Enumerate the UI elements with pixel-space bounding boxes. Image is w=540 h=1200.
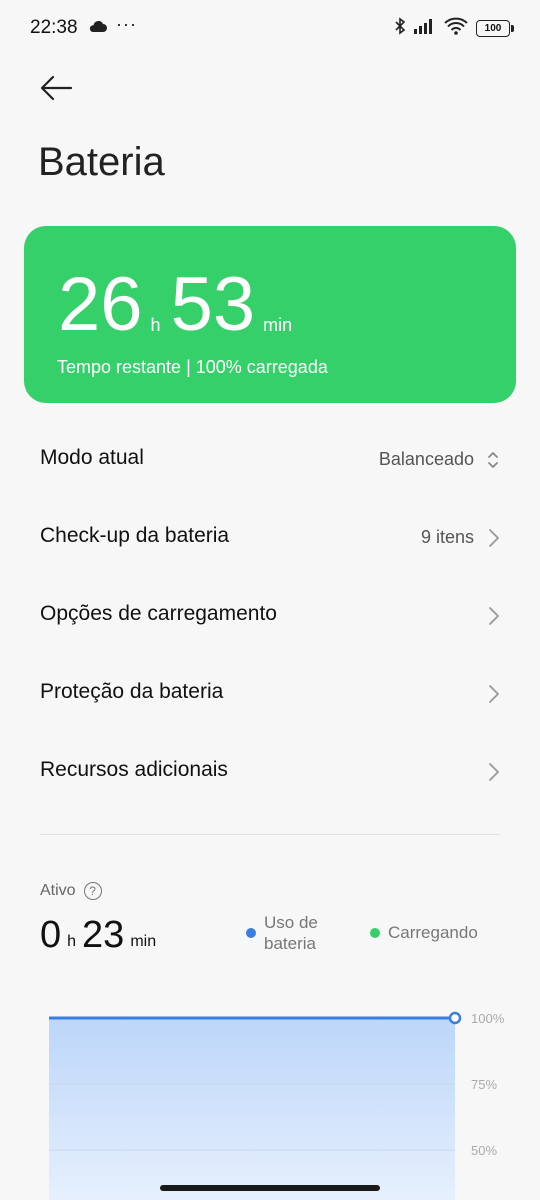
setting-label: Modo atual bbox=[40, 446, 144, 469]
back-arrow-icon[interactable] bbox=[38, 72, 74, 104]
setting-row-recursos-adicionais[interactable]: Recursos adicionais bbox=[0, 744, 540, 804]
active-minutes-unit: min bbox=[130, 933, 157, 950]
home-indicator bbox=[160, 1185, 380, 1191]
legend-dot-blue bbox=[246, 928, 256, 938]
legend-charging: Carregando bbox=[370, 922, 478, 943]
chart-y-tick-label: 75% bbox=[471, 1077, 497, 1092]
battery-icon: 100 bbox=[476, 20, 514, 37]
chevron-right-icon bbox=[486, 683, 500, 710]
chevron-right-icon bbox=[486, 761, 500, 788]
chart-y-tick-label: 100% bbox=[471, 1011, 505, 1026]
legend-label: Carregando bbox=[388, 923, 478, 942]
active-label: Ativo bbox=[40, 882, 76, 899]
wifi-icon bbox=[444, 17, 468, 40]
up-down-chevron-icon bbox=[486, 449, 500, 476]
legend-dot-green bbox=[370, 927, 380, 938]
chart-current-point bbox=[448, 1011, 462, 1025]
status-time: 22:38 bbox=[30, 17, 78, 38]
help-icon[interactable]: ? bbox=[83, 882, 102, 900]
section-divider bbox=[40, 834, 500, 835]
minutes-unit: min bbox=[263, 315, 293, 335]
active-minutes: 23 bbox=[82, 914, 125, 956]
legend-label-line2: bateria bbox=[264, 934, 316, 953]
chart-y-tick-label: 50% bbox=[471, 1143, 497, 1158]
remaining-time: 26 h 53 min bbox=[58, 262, 302, 347]
setting-label: Check-up da bateria bbox=[40, 524, 230, 547]
chevron-right-icon bbox=[486, 527, 500, 554]
hours-unit: h bbox=[150, 315, 161, 335]
setting-label: Proteção da bateria bbox=[40, 680, 224, 703]
signal-icon bbox=[414, 18, 436, 39]
active-hours: 0 bbox=[40, 914, 62, 956]
active-time: 0 h 23 min bbox=[40, 915, 162, 955]
remaining-minutes: 53 bbox=[170, 262, 256, 347]
cloud-icon bbox=[88, 20, 108, 38]
setting-label: Opções de carregamento bbox=[40, 602, 277, 625]
legend-battery-usage: Uso de bateria bbox=[246, 912, 318, 954]
setting-row-check-up[interactable]: Check-up da bateria 9 itens bbox=[0, 510, 540, 570]
remaining-subtitle: Tempo restante | 100% carregada bbox=[57, 357, 328, 377]
bluetooth-icon bbox=[394, 17, 406, 40]
status-bar: 22:38 ··· 100 bbox=[0, 0, 540, 56]
legend-label-line1: Uso de bbox=[264, 913, 318, 932]
setting-value: Balanceado bbox=[378, 449, 474, 469]
active-header: Ativo ? bbox=[40, 882, 102, 900]
setting-row-opcoes-carregamento[interactable]: Opções de carregamento bbox=[0, 588, 540, 648]
active-hours-unit: h bbox=[67, 933, 77, 950]
remaining-hours: 26 bbox=[58, 262, 143, 347]
page-title: Bateria bbox=[38, 140, 165, 184]
setting-value: 9 itens bbox=[420, 527, 474, 547]
chart-area-fill bbox=[49, 1018, 455, 1200]
setting-row-protecao-bateria[interactable]: Proteção da bateria bbox=[0, 666, 540, 726]
more-notifications-icon: ··· bbox=[116, 14, 137, 34]
setting-label: Recursos adicionais bbox=[40, 758, 228, 781]
battery-usage-chart: 100% 75% 50% bbox=[49, 1011, 505, 1200]
chevron-right-icon bbox=[486, 605, 500, 632]
setting-row-modo-atual[interactable]: Modo atual Balanceado bbox=[0, 432, 540, 492]
